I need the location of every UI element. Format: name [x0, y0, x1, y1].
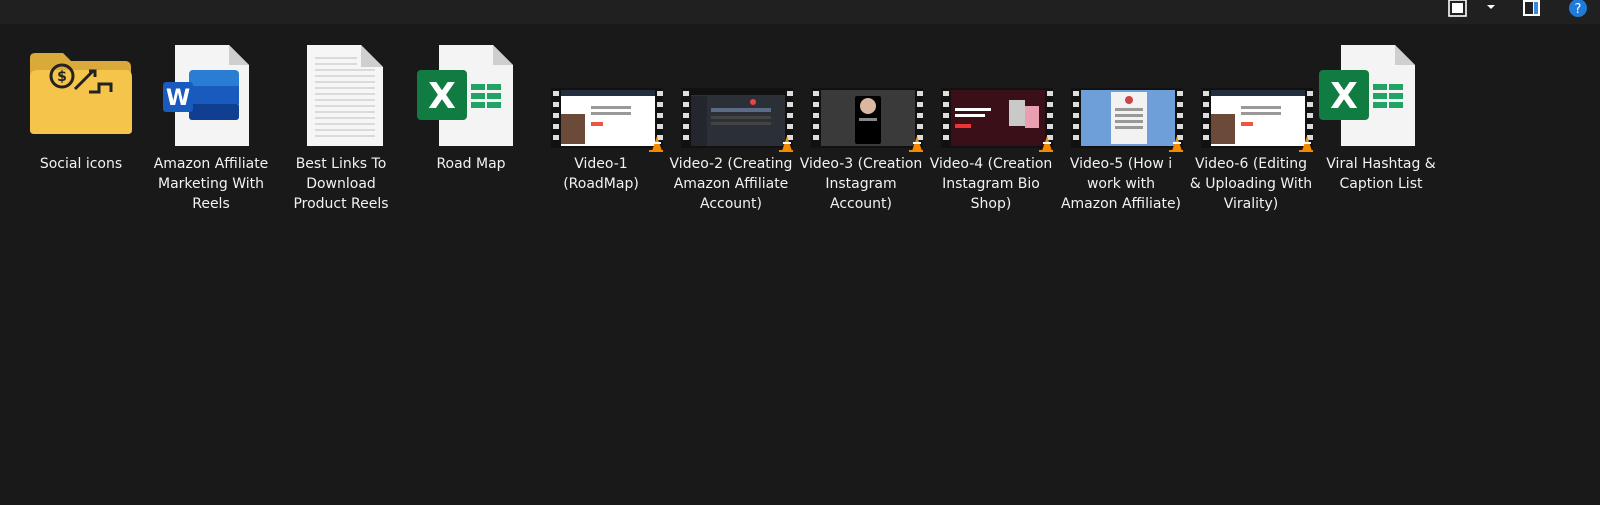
help-icon[interactable]: ? [1568, 0, 1588, 20]
file-name: Social icons [39, 156, 123, 172]
excel-badge: X [428, 76, 456, 117]
video-thumbnail [1189, 44, 1313, 152]
file-item[interactable]: Video-2 (Creating Amazon Affiliate Accou… [669, 44, 793, 244]
file-name: Viral Hashtag & Caption List [1326, 156, 1436, 192]
file-grid: $ Social icons W Amazon Affiliate Market… [0, 44, 1600, 505]
file-item[interactable]: $ Social icons [19, 44, 143, 244]
file-name: Video-3 (Creation Instagram Account) [799, 156, 923, 212]
spreadsheet-thumbnail: X [409, 44, 533, 152]
file-name: Best Links To Download Product Reels [293, 156, 389, 212]
folder-icon: $ [30, 53, 132, 134]
file-item[interactable]: Video-5 (How i work with Amazon Affiliat… [1059, 44, 1183, 244]
file-item[interactable]: Video-4 (Creation Instagram Bio Shop) [929, 44, 1053, 244]
video-file-icon [551, 88, 663, 152]
text-document-icon [307, 45, 383, 146]
file-name: Video-5 (How i work with Amazon Affiliat… [1060, 156, 1182, 212]
document-thumbnail [279, 44, 403, 152]
file-name: Video-4 (Creation Instagram Bio Shop) [929, 156, 1053, 212]
file-item[interactable]: Best Links To Download Product Reels [279, 44, 403, 244]
video-thumbnail [669, 44, 793, 152]
layout-icon[interactable] [1448, 0, 1468, 18]
file-item[interactable]: Video-6 (Editing & Uploading With Virali… [1189, 44, 1313, 244]
file-item[interactable]: Video-3 (Creation Instagram Account) [799, 44, 923, 244]
file-name: Road Map [436, 156, 506, 172]
video-thumbnail [539, 44, 663, 152]
help-glyph: ? [1575, 2, 1582, 17]
video-file-icon [811, 88, 923, 152]
file-name: Amazon Affiliate Marketing With Reels [153, 156, 269, 212]
file-item[interactable]: W Amazon Affiliate Marketing With Reels [149, 44, 273, 244]
file-name: Video-6 (Editing & Uploading With Virali… [1189, 156, 1313, 212]
word-badge: W [166, 86, 190, 111]
video-file-icon [1071, 88, 1183, 152]
folder-thumbnail: $ [19, 44, 143, 152]
document-thumbnail: W [149, 44, 273, 152]
spreadsheet-thumbnail: X [1319, 44, 1443, 152]
excel-spreadsheet-icon: X [417, 45, 513, 146]
word-document-icon: W [163, 45, 249, 146]
command-bar: ? [0, 0, 1600, 24]
file-item[interactable]: X Viral Hashtag & Caption List [1319, 44, 1443, 244]
video-thumbnail [929, 44, 1053, 152]
file-name: Video-1 (RoadMap) [563, 156, 639, 192]
excel-badge: X [1330, 76, 1358, 117]
file-name: Video-2 (Creating Amazon Affiliate Accou… [669, 156, 793, 212]
video-thumbnail [1059, 44, 1183, 152]
file-item[interactable]: X Road Map [409, 44, 533, 244]
excel-spreadsheet-icon: X [1319, 45, 1415, 146]
video-file-icon [941, 88, 1053, 152]
video-file-icon [1201, 88, 1313, 152]
video-file-icon [681, 88, 793, 152]
svg-text:$: $ [57, 69, 67, 85]
file-item[interactable]: Video-1 (RoadMap) [539, 44, 663, 244]
video-thumbnail [799, 44, 923, 152]
chevron-down-icon[interactable] [1484, 0, 1498, 16]
details-pane-icon[interactable] [1522, 0, 1542, 18]
